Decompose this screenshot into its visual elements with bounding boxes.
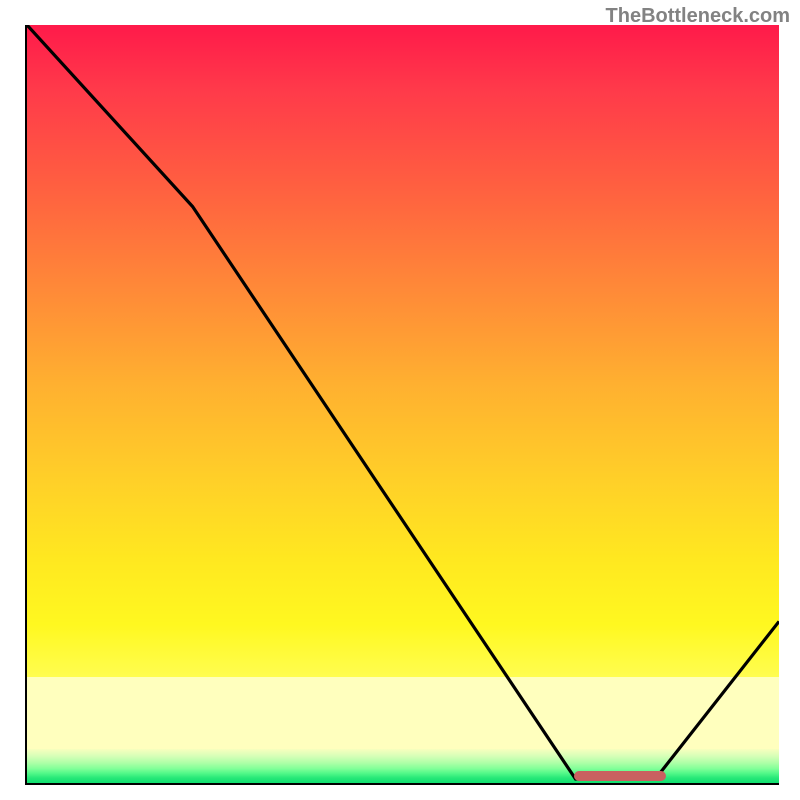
chart-marker-bar <box>574 771 666 781</box>
chart-line-svg <box>27 25 779 783</box>
watermark-text: TheBottleneck.com <box>606 5 790 28</box>
chart-line-path <box>27 25 779 779</box>
chart-plot-area <box>25 25 779 785</box>
